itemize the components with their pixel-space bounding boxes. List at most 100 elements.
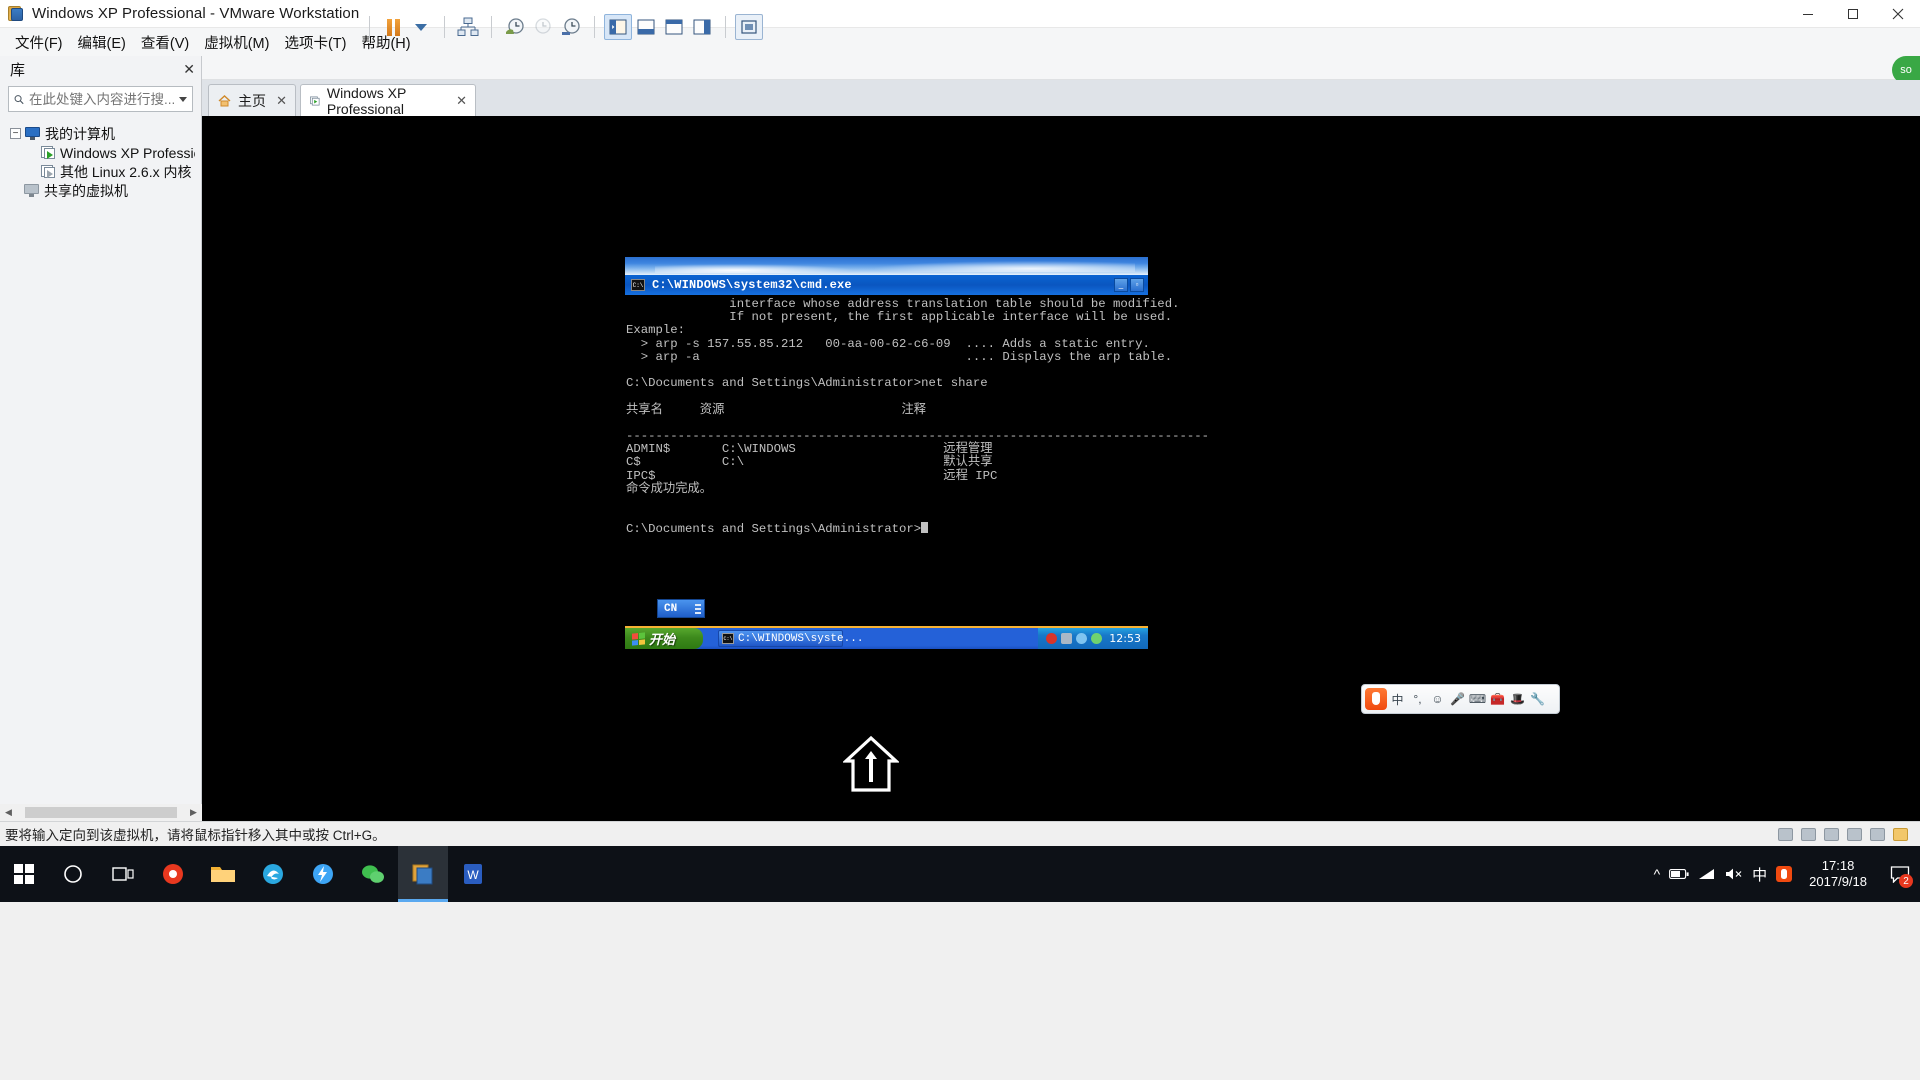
close-button[interactable] xyxy=(1875,0,1920,28)
xp-clock[interactable]: 12:53 xyxy=(1109,632,1141,645)
dropdown-caret-icon[interactable] xyxy=(407,14,435,40)
shield-icon[interactable] xyxy=(1046,633,1057,644)
show-library-icon[interactable] xyxy=(604,14,632,40)
cmd-minimize-button[interactable]: _ xyxy=(1114,278,1128,292)
tree-item-shared-vms[interactable]: 共享的虚拟机 xyxy=(6,181,195,200)
menu-file[interactable]: 文件(F) xyxy=(8,29,70,56)
ime-icon[interactable] xyxy=(1091,633,1102,644)
cortana-icon[interactable] xyxy=(48,846,98,902)
house-arrow-watermark xyxy=(843,735,899,792)
wechat-icon[interactable] xyxy=(348,846,398,902)
take-snapshot-icon[interactable] xyxy=(501,14,529,40)
notification-badge: 2 xyxy=(1899,874,1913,888)
vmware-taskbar-icon[interactable] xyxy=(398,846,448,902)
search-box[interactable] xyxy=(8,86,193,112)
network-icon[interactable] xyxy=(1801,827,1816,841)
wrench-icon[interactable]: 🔧 xyxy=(1528,688,1547,710)
library-title: 库 xyxy=(10,62,26,79)
close-icon[interactable]: ✕ xyxy=(183,61,195,78)
show-thumbnails-icon[interactable] xyxy=(632,14,660,40)
clock[interactable]: 17:18 2017/9/18 xyxy=(1809,858,1867,890)
chevron-down-icon[interactable] xyxy=(179,96,187,102)
sogou-ime-toolbar[interactable]: 中 °, ☺ 🎤 ⌨ 🧰 🎩 🔧 xyxy=(1361,684,1560,714)
punctuation-mode-icon[interactable]: °, xyxy=(1408,688,1427,710)
menu-edit[interactable]: 编辑(E) xyxy=(71,29,133,56)
scrollbar-thumb[interactable] xyxy=(25,807,177,818)
hdd-icon[interactable] xyxy=(1778,827,1793,841)
sogou-tray-icon[interactable] xyxy=(1776,866,1793,882)
maximize-button[interactable] xyxy=(1830,0,1875,28)
ime-mode-label[interactable]: 中 xyxy=(1388,688,1407,710)
snapshot-manager-icon[interactable] xyxy=(454,14,482,40)
edge-icon[interactable] xyxy=(248,846,298,902)
xp-ime-grip-icon[interactable] xyxy=(695,603,701,614)
smiley-icon[interactable]: ☺ xyxy=(1428,688,1447,710)
folder-icon[interactable] xyxy=(1893,827,1908,841)
close-icon[interactable]: ✕ xyxy=(276,94,287,107)
scroll-left-icon[interactable]: ◀ xyxy=(0,804,17,821)
sogou-logo-icon[interactable] xyxy=(1365,688,1387,710)
tray-expand-icon[interactable]: ^ xyxy=(1654,866,1661,882)
scrollbar-track[interactable] xyxy=(17,804,185,821)
windows-start-button[interactable] xyxy=(0,846,48,902)
cmd-terminal-output[interactable]: interface whose address translation tabl… xyxy=(625,295,1209,650)
keyboard-icon[interactable]: ⌨ xyxy=(1468,688,1487,710)
fullscreen-icon[interactable] xyxy=(735,14,763,40)
task-view-icon[interactable] xyxy=(98,846,148,902)
toolbox-icon[interactable]: 🧰 xyxy=(1488,688,1507,710)
notification-center-button[interactable]: 2 xyxy=(1884,846,1916,902)
menu-view[interactable]: 查看(V) xyxy=(134,29,196,56)
scroll-right-icon[interactable]: ▶ xyxy=(185,804,202,821)
revert-snapshot-icon[interactable] xyxy=(529,14,557,40)
word-icon[interactable]: W xyxy=(448,846,498,902)
printer-icon[interactable] xyxy=(1870,827,1885,841)
minimize-button[interactable] xyxy=(1785,0,1830,28)
xp-ime-bar[interactable]: CN xyxy=(657,599,705,618)
xp-taskbar-item-cmd[interactable]: C:\ C:\WINDOWS\syste... xyxy=(718,630,863,647)
xp-start-button[interactable]: 开始 xyxy=(625,628,703,649)
toolbar-separator xyxy=(491,16,492,38)
manage-snapshots-icon[interactable] xyxy=(557,14,585,40)
cmd-title-text: C:\WINDOWS\system32\cmd.exe xyxy=(652,278,852,292)
home-icon xyxy=(218,94,231,106)
cmd-window[interactable]: C:\ C:\WINDOWS\system32\cmd.exe _ ▫ inte… xyxy=(625,257,1209,650)
microphone-icon[interactable]: 🎤 xyxy=(1448,688,1467,710)
sidebar-horizontal-scrollbar[interactable]: ◀ ▶ xyxy=(0,804,202,821)
menu-tabs[interactable]: 选项卡(T) xyxy=(277,29,353,56)
show-tabs-icon[interactable] xyxy=(688,14,716,40)
search-input[interactable] xyxy=(29,91,174,107)
vm-console-screen[interactable]: C:\ C:\WINDOWS\system32\cmd.exe _ ▫ inte… xyxy=(202,116,1920,821)
usb-icon[interactable] xyxy=(1847,827,1862,841)
network-icon[interactable] xyxy=(1698,867,1716,881)
tree-item-other-linux[interactable]: 其他 Linux 2.6.x 内核 6 xyxy=(6,162,195,181)
menu-vm[interactable]: 虚拟机(M) xyxy=(197,29,276,56)
thunder-download-icon[interactable] xyxy=(298,846,348,902)
volume-muted-icon[interactable] xyxy=(1725,867,1743,881)
toolbar-background xyxy=(0,56,1920,80)
show-console-icon[interactable] xyxy=(660,14,688,40)
volume-icon[interactable] xyxy=(1076,633,1087,644)
ime-cn-icon[interactable]: 中 xyxy=(1752,864,1767,885)
tree-item-my-computer[interactable]: − 我的计算机 xyxy=(6,124,195,143)
app-recorder-icon[interactable] xyxy=(148,846,198,902)
pause-icon[interactable] xyxy=(379,14,407,40)
battery-icon[interactable] xyxy=(1669,868,1689,880)
xp-system-tray: 12:53 xyxy=(1038,628,1148,649)
windows-flag-icon xyxy=(632,631,645,646)
cmd-titlebar[interactable]: C:\ C:\WINDOWS\system32\cmd.exe _ ▫ xyxy=(625,275,1148,295)
tab-windows-xp[interactable]: Windows XP Professional ✕ xyxy=(300,84,476,117)
tree-item-windows-xp[interactable]: Windows XP Professio xyxy=(6,143,195,162)
vm-library-tree: − 我的计算机 Windows XP Professio 其他 Linux 2.… xyxy=(6,124,195,200)
tab-home[interactable]: 主页 ✕ xyxy=(208,84,296,116)
titlebar: Windows XP Professional - VMware Worksta… xyxy=(0,0,1920,28)
win10-taskbar: W ^ 中 17:18 2017/9/18 2 xyxy=(0,846,1920,902)
network-icon[interactable] xyxy=(1061,633,1072,644)
hat-icon[interactable]: 🎩 xyxy=(1508,688,1527,710)
close-icon[interactable]: ✕ xyxy=(456,94,467,107)
tree-expander-icon[interactable]: − xyxy=(10,128,21,139)
file-explorer-icon[interactable] xyxy=(198,846,248,902)
cmd-maximize-button[interactable]: ▫ xyxy=(1130,278,1144,292)
cmd-icon: C:\ xyxy=(722,633,734,644)
cd-icon[interactable] xyxy=(1824,827,1839,841)
xp-taskbar-item-label: C:\WINDOWS\syste... xyxy=(738,632,864,645)
